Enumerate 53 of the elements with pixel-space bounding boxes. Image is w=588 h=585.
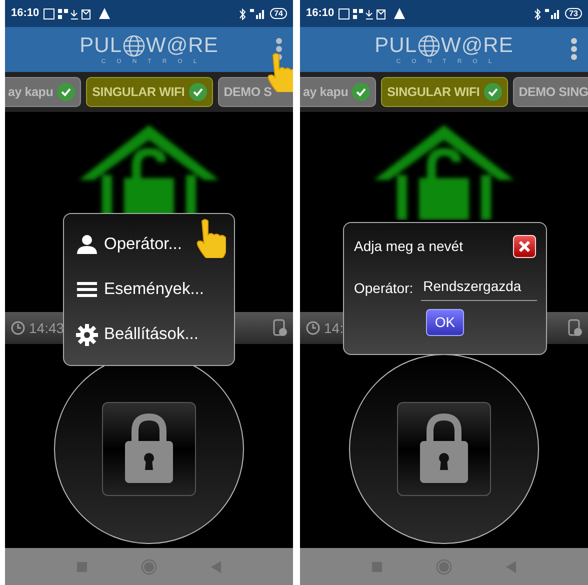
back-button[interactable] xyxy=(506,560,516,572)
event-time: 14: xyxy=(324,318,344,338)
bluetooth-icon xyxy=(534,8,542,20)
globe-icon xyxy=(417,34,442,58)
logo-text: PUL xyxy=(374,34,418,56)
person-icon xyxy=(76,234,98,256)
check-icon xyxy=(484,83,502,101)
status-time: 16:10 xyxy=(306,6,334,22)
field-label: Operátor: xyxy=(354,279,414,298)
globe-icon xyxy=(122,34,146,58)
warning-icon xyxy=(99,8,110,19)
check-icon xyxy=(57,83,76,101)
device-tab[interactable]: SINGULAR WIFI xyxy=(86,77,213,107)
status-time: 16:10 xyxy=(11,6,40,22)
clock-icon xyxy=(306,321,320,335)
recents-button[interactable] xyxy=(372,562,382,572)
menu-item[interactable]: Események... xyxy=(76,267,222,312)
padlock-icon xyxy=(123,413,175,485)
lock-button[interactable] xyxy=(102,402,196,496)
dialog-title: Adja meg a nevét xyxy=(354,237,463,256)
phone-touch-icon xyxy=(568,319,582,337)
logo-text: W@RE xyxy=(441,34,514,56)
check-icon xyxy=(188,83,207,101)
home-button[interactable] xyxy=(141,558,157,574)
device-tab[interactable]: SINGULAR WIFI xyxy=(381,77,508,107)
device-tab[interactable]: ay kapu xyxy=(5,77,82,107)
recents-button[interactable] xyxy=(77,562,87,572)
device-tab[interactable]: DEMO SING xyxy=(512,77,588,107)
close-icon xyxy=(518,240,531,253)
clock-icon xyxy=(11,321,25,335)
menu-item[interactable]: Beállítások... xyxy=(76,312,222,357)
device-tab[interactable]: ay kapu xyxy=(300,77,376,107)
ok-button[interactable]: OK xyxy=(426,309,464,336)
overflow-menu-icon[interactable] xyxy=(570,38,578,60)
name-field[interactable]: Rendszergazda xyxy=(421,276,538,301)
home-button[interactable] xyxy=(436,558,452,574)
check-icon xyxy=(352,83,370,101)
lock-button[interactable] xyxy=(397,402,491,496)
warning-icon xyxy=(394,8,406,19)
event-time: 14:43 xyxy=(29,318,64,338)
menu-item[interactable]: Operátor... xyxy=(76,222,222,267)
bluetooth-icon xyxy=(239,8,246,20)
padlock-icon xyxy=(418,413,470,485)
signal-icon xyxy=(250,8,266,19)
phone-touch-icon xyxy=(273,319,287,337)
close-button[interactable] xyxy=(513,235,536,258)
back-button[interactable] xyxy=(211,560,221,572)
battery-level: 73 xyxy=(565,8,582,19)
signal-icon xyxy=(545,8,562,19)
battery-level: 74 xyxy=(270,8,287,19)
settings-icon xyxy=(76,324,98,346)
logo-text: PUL xyxy=(80,34,122,56)
logo-text: W@RE xyxy=(146,34,218,56)
